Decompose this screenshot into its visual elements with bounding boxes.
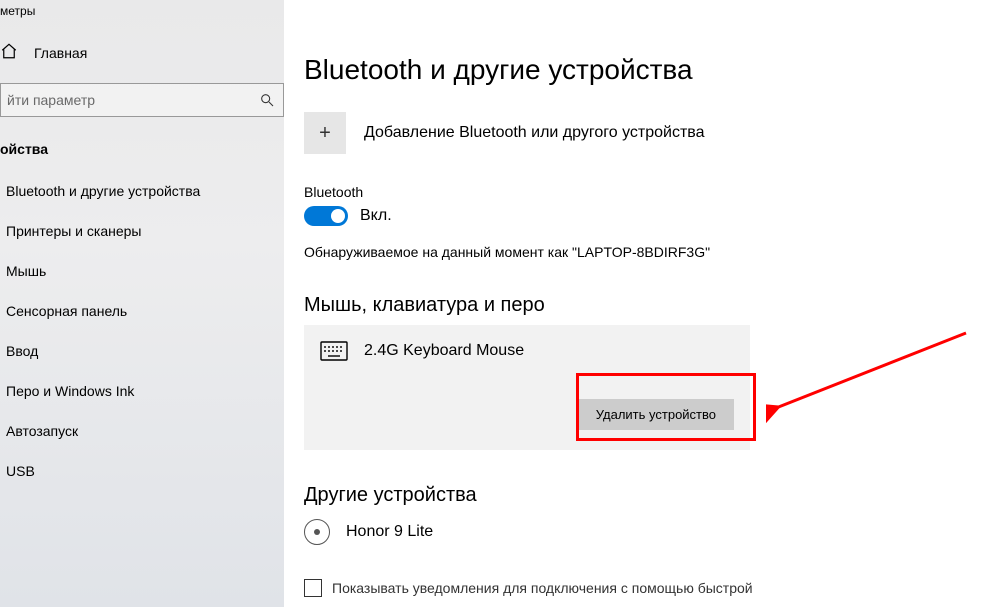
- sidebar-item-typing[interactable]: Ввод: [0, 331, 284, 371]
- sidebar-item-touchpad[interactable]: Сенсорная панель: [0, 291, 284, 331]
- bluetooth-label: Bluetooth: [304, 184, 1006, 200]
- disc-icon: [304, 519, 330, 545]
- search-input-wrap[interactable]: [0, 83, 284, 117]
- search-icon: [259, 92, 275, 108]
- bluetooth-toggle[interactable]: [304, 206, 348, 226]
- device-row-honor[interactable]: Honor 9 Lite: [304, 519, 1006, 545]
- sidebar-item-pen[interactable]: Перо и Windows Ink: [0, 371, 284, 411]
- checkbox-icon[interactable]: [304, 579, 322, 597]
- sidebar-item-autoplay[interactable]: Автозапуск: [0, 411, 284, 451]
- plus-icon: +: [319, 122, 331, 145]
- device-card-keyboard[interactable]: 2.4G Keyboard Mouse Удалить устройство: [304, 325, 750, 450]
- device-name: Honor 9 Lite: [346, 523, 433, 541]
- main-panel: Bluetooth и другие устройства + Добавлен…: [284, 0, 1006, 607]
- notifications-label: Показывать уведомления для подключения с…: [332, 580, 753, 596]
- home-label: Главная: [34, 45, 87, 61]
- sidebar-item-printers[interactable]: Принтеры и сканеры: [0, 211, 284, 251]
- sidebar-item-mouse[interactable]: Мышь: [0, 251, 284, 291]
- remove-device-button[interactable]: Удалить устройство: [578, 399, 734, 430]
- add-device-label: Добавление Bluetooth или другого устройс…: [364, 124, 705, 142]
- sidebar-item-bluetooth[interactable]: Bluetooth и другие устройства: [0, 171, 284, 211]
- device-name: 2.4G Keyboard Mouse: [364, 342, 524, 360]
- add-device-button[interactable]: +: [304, 112, 346, 154]
- search-input[interactable]: [7, 92, 259, 108]
- discoverable-text: Обнаруживаемое на данный момент как "LAP…: [304, 244, 1006, 260]
- home-nav[interactable]: Главная: [0, 32, 284, 73]
- home-icon: [0, 42, 18, 63]
- window-title: метры: [0, 0, 284, 32]
- settings-sidebar: метры Главная ойства Bluetooth и другие …: [0, 0, 284, 607]
- keyboard-icon: [320, 341, 348, 361]
- add-device-row[interactable]: + Добавление Bluetooth или другого устро…: [304, 112, 1006, 154]
- sidebar-item-usb[interactable]: USB: [0, 451, 284, 491]
- section-input-heading: Мышь, клавиатура и перо: [304, 294, 1006, 317]
- notifications-checkbox-row[interactable]: Показывать уведомления для подключения с…: [304, 579, 1006, 597]
- toggle-state-label: Вкл.: [360, 207, 392, 225]
- page-title: Bluetooth и другие устройства: [304, 54, 1006, 86]
- section-other-heading: Другие устройства: [304, 484, 1006, 507]
- sidebar-section-header: ойства: [0, 131, 284, 171]
